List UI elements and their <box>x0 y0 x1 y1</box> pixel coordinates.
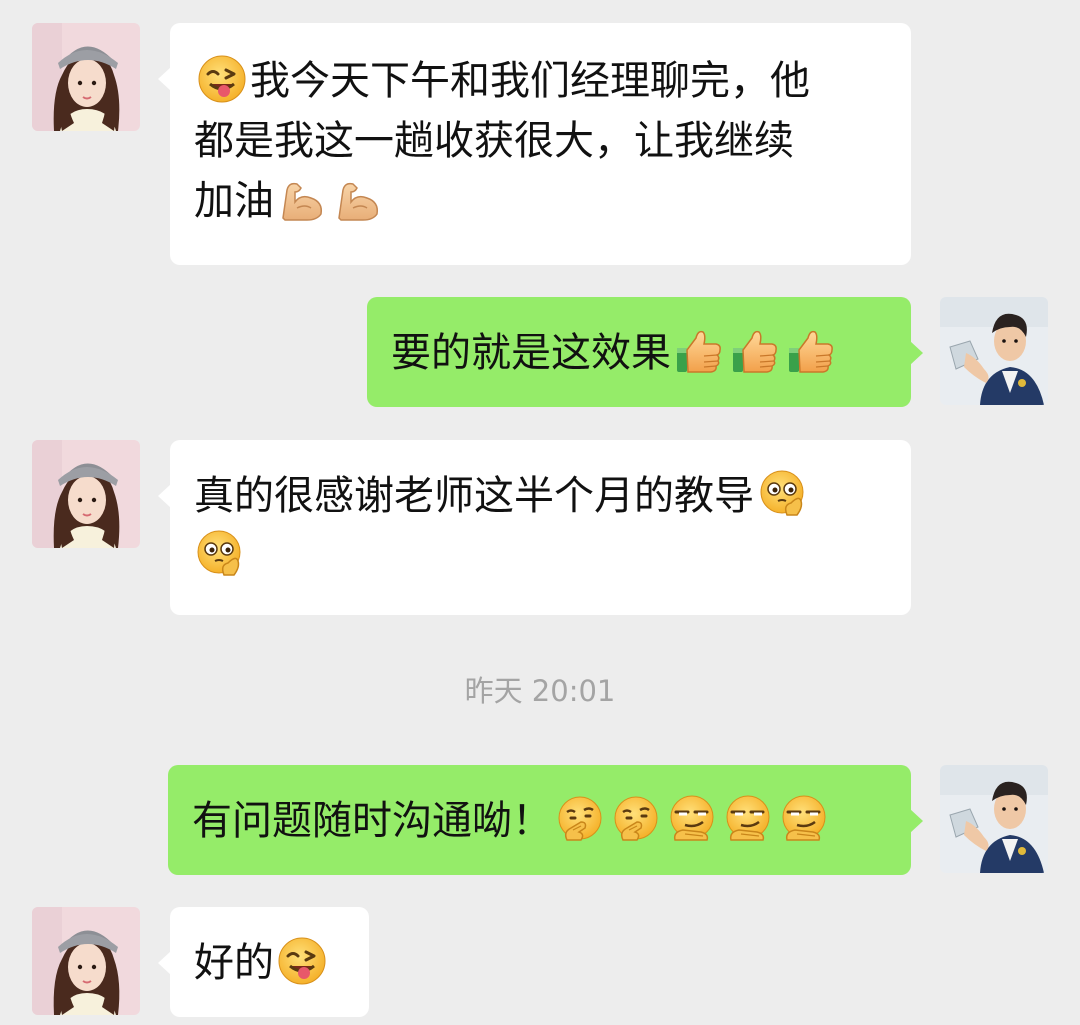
message-bubble-outgoing[interactable]: 要的就是这效果 <box>367 297 923 407</box>
self-avatar[interactable] <box>940 765 1048 873</box>
flexed-biceps-icon <box>333 174 383 224</box>
timestamp-divider: 昨天 20:01 <box>464 674 616 708</box>
message-bubble-incoming[interactable]: 我今天下午和我们经理聊完，他 都是我这一趟收获很大，让我继续 加油 <box>158 23 911 265</box>
message-text: 好的 <box>194 940 274 986</box>
thumbs-up-icon <box>674 326 724 376</box>
contact-avatar[interactable] <box>32 23 140 131</box>
contact-avatar-image <box>32 907 140 1015</box>
message-text: 真的很感谢老师这半个月的教导 <box>194 473 754 519</box>
thinking-hand-face-icon <box>611 794 661 844</box>
winking-tongue-face-icon <box>197 54 247 104</box>
message-text: 要的就是这效果 <box>391 330 671 376</box>
thumbs-up-icon <box>730 326 780 376</box>
message-text-line: 我今天下午和我们经理聊完，他 <box>250 58 810 104</box>
thinking-hand-face-icon <box>555 794 605 844</box>
chat-view: 我今天下午和我们经理聊完，他 都是我这一趟收获很大，让我继续 加油 要的就是这效… <box>0 0 1080 1025</box>
contact-avatar[interactable] <box>32 907 140 1015</box>
message-bubble-outgoing[interactable]: 有问题随时沟通呦！ <box>168 765 923 875</box>
self-avatar-image <box>940 765 1048 873</box>
smirking-hand-face-icon <box>779 794 829 844</box>
contact-avatar-image <box>32 23 140 131</box>
pleading-face-hand-icon <box>757 469 807 519</box>
contact-avatar-image <box>32 440 140 548</box>
contact-avatar[interactable] <box>32 440 140 548</box>
pleading-face-hand-icon <box>194 529 244 579</box>
winking-tongue-face-icon <box>277 936 327 986</box>
smirking-hand-face-icon <box>723 794 773 844</box>
smirking-hand-face-icon <box>667 794 717 844</box>
thumbs-up-icon <box>786 326 836 376</box>
self-avatar[interactable] <box>940 297 1048 405</box>
message-text-line: 加油 <box>194 178 274 224</box>
message-text: 有问题随时沟通呦！ <box>192 798 552 844</box>
self-avatar-image <box>940 297 1048 405</box>
message-bubble-incoming[interactable]: 好的 <box>158 907 369 1017</box>
message-text-line: 都是我这一趟收获很大，让我继续 <box>194 118 794 164</box>
message-bubble-incoming[interactable]: 真的很感谢老师这半个月的教导 <box>158 440 911 615</box>
flexed-biceps-icon <box>277 174 327 224</box>
